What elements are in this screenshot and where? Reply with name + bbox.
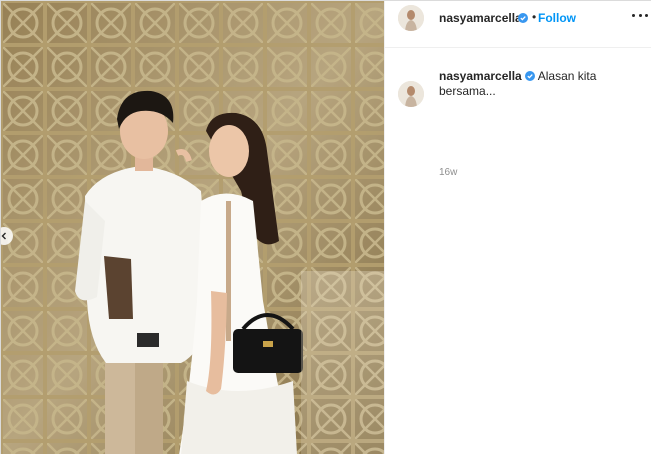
verified-badge-icon (524, 71, 535, 81)
caption-avatar[interactable] (398, 81, 424, 107)
avatar-image (398, 5, 424, 31)
username[interactable]: nasyamarcella (439, 11, 522, 25)
post-photo[interactable] (1, 1, 384, 454)
more-dot (645, 13, 648, 17)
more-dot (638, 13, 642, 17)
post-timestamp[interactable]: 16w (439, 167, 457, 178)
caption-username[interactable]: nasyamarcella (439, 69, 522, 83)
separator-dot: • (532, 10, 537, 24)
post-header: nasyamarcella • Follow (385, 1, 651, 48)
follow-button[interactable]: Follow (538, 11, 576, 25)
instagram-post: nasyamarcella • Follow nasyamarcella Ala… (0, 0, 651, 454)
chevron-left-icon (1, 232, 6, 240)
caption-body: nasyamarcella Alasan kita bersama... (439, 69, 639, 99)
avatar[interactable] (398, 5, 424, 31)
more-dot (632, 13, 635, 17)
verified-badge-icon (518, 13, 528, 23)
avatar-image (398, 81, 424, 107)
photo-illustration (1, 1, 384, 454)
more-options-button[interactable] (632, 10, 648, 20)
post-side-panel: nasyamarcella • Follow nasyamarcella Ala… (384, 1, 651, 454)
